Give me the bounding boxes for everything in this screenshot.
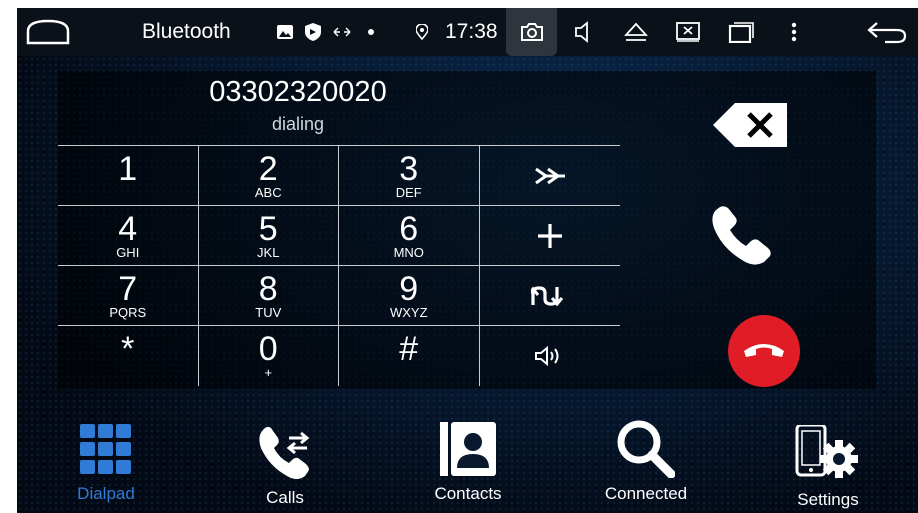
backspace-button[interactable] <box>710 102 790 152</box>
phone-icon <box>708 205 792 273</box>
hangup-icon <box>742 339 786 364</box>
key-9[interactable]: 9 WXYZ <box>339 266 480 326</box>
key-6[interactable]: 6 MNO <box>339 206 480 266</box>
key-7[interactable]: 7 PQRS <box>58 266 199 326</box>
dialed-number: 03302320020 <box>209 76 387 108</box>
screenshot-icon[interactable] <box>673 8 703 56</box>
app-title: Bluetooth <box>142 20 231 43</box>
phone-settings-icon <box>795 424 861 486</box>
key-8[interactable]: 8 TUV <box>198 266 339 326</box>
plus-icon <box>537 223 563 249</box>
key-star[interactable]: * <box>58 326 199 386</box>
keypad: 1 2 ABC 3 DEF 4 GHI 5 JKL 6 MNO 7 PQRS 8 TUV 9W… <box>58 145 620 386</box>
key-3[interactable]: 3 DEF <box>339 146 480 206</box>
plus-button[interactable] <box>479 206 620 266</box>
status-bar: Bluetooth 17:38 <box>17 8 918 56</box>
nav-calls[interactable]: Calls <box>245 418 325 513</box>
skip-forward-icon <box>533 166 567 186</box>
key-1[interactable]: 1 <box>58 146 199 206</box>
camera-icon[interactable] <box>506 8 557 56</box>
skip-forward-button[interactable] <box>479 146 620 206</box>
dot-icon <box>363 8 379 56</box>
nav-contacts[interactable]: Contacts <box>425 418 511 513</box>
key-5[interactable]: 5 JKL <box>198 206 339 266</box>
key-0[interactable]: 0 + <box>199 326 339 386</box>
nav-dialpad[interactable]: Dialpad <box>63 418 149 513</box>
clock: 17:38 <box>445 20 498 43</box>
nav-label: Dialpad <box>77 484 135 503</box>
key-4[interactable]: 4 GHI <box>58 206 199 266</box>
screen: Bluetooth 17:38 03302320020 dialing 1 2 … <box>17 8 918 513</box>
grid-icon <box>80 418 132 480</box>
contacts-icon <box>440 418 496 480</box>
location-icon <box>413 8 431 56</box>
hangup-button[interactable] <box>728 315 800 387</box>
shield-icon <box>303 8 323 56</box>
nav-label: Contacts <box>434 484 502 503</box>
sync-arrows-icon <box>331 8 353 56</box>
call-button[interactable] <box>705 204 795 274</box>
transfer-icon <box>530 285 569 307</box>
volume-icon[interactable] <box>572 8 596 56</box>
nav-connected[interactable]: Connected <box>599 418 693 513</box>
nav-label: Settings <box>797 490 859 509</box>
eject-icon[interactable] <box>621 8 651 56</box>
call-status: dialing <box>271 114 325 134</box>
speaker-button[interactable] <box>480 326 621 386</box>
speaker-icon <box>533 345 567 367</box>
backspace-icon <box>713 102 787 152</box>
home-icon[interactable] <box>25 8 71 56</box>
nav-settings[interactable]: Settings <box>787 418 869 513</box>
transfer-button[interactable] <box>479 266 620 326</box>
nav-label: Connected <box>604 484 688 503</box>
key-hash[interactable]: # <box>339 326 480 386</box>
more-vert-icon[interactable] <box>785 8 803 56</box>
key-2[interactable]: 2 ABC <box>198 146 339 206</box>
search-icon <box>617 418 675 480</box>
back-icon[interactable] <box>865 8 909 56</box>
call-log-icon <box>257 422 313 484</box>
nav-label: Calls <box>266 488 304 507</box>
image-icon <box>275 8 295 56</box>
recent-apps-icon[interactable] <box>725 8 757 56</box>
